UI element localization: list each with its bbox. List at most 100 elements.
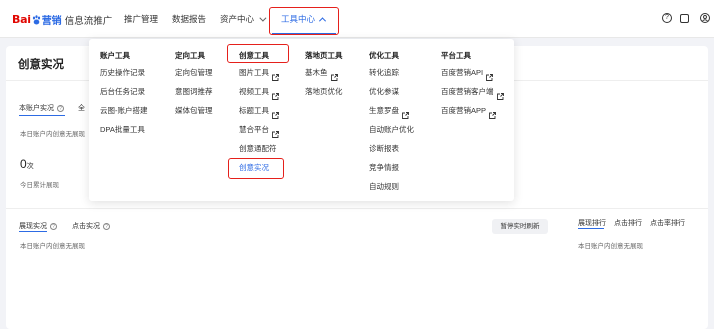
help-icon[interactable]: ? [662, 13, 672, 23]
tab-label: 全 [78, 105, 85, 112]
menu-item-optimize-advisor[interactable]: 优化参谋 [369, 82, 414, 101]
external-link-icon [272, 69, 279, 81]
external-link-icon [330, 69, 338, 81]
menu-item-label: 慧合平台 [239, 125, 269, 134]
menu-item-image-tool[interactable]: 图片工具 [239, 63, 279, 82]
menu-column-title: 平台工具 [441, 51, 471, 60]
menu-item-jimuyu[interactable]: 基木鱼 [305, 63, 343, 82]
menu-item-media-package[interactable]: 媒体包管理 [175, 101, 213, 120]
chevron-down-icon [259, 14, 267, 22]
page-title: 创意实况 [18, 59, 64, 71]
rank-empty-note: 本日账户内创意无展现 [578, 243, 643, 250]
nav-data-report[interactable]: 数据报告 [172, 0, 206, 38]
menu-column-title: 落地页工具 [305, 51, 343, 60]
menu-item-label: 视频工具 [239, 87, 269, 96]
menu-item-background-tasks[interactable]: 后台任务记录 [100, 82, 148, 101]
menu-item-creative-wildcard[interactable]: 创意通配符 [239, 139, 279, 158]
menu-item-huihe-platform[interactable]: 慧合平台 [239, 120, 279, 139]
tab-label: 点击实况 [72, 223, 100, 230]
copy-icon[interactable] [680, 14, 689, 23]
menu-item-label: 诊断报表 [369, 144, 399, 153]
display-count: 0次 [20, 157, 34, 171]
menu-item-label: 自动账户优化 [369, 125, 414, 134]
menu-item-label: 转化追踪 [369, 68, 399, 77]
logo-brand: 营销 [41, 16, 62, 27]
menu-item-business-compass[interactable]: 生意罗盘 [369, 101, 414, 120]
menu-item-label: 意图词推荐 [175, 87, 213, 96]
tab-account-live[interactable]: 本账户实况? [19, 103, 64, 113]
menu-column-title: 优化工具 [369, 51, 399, 60]
menu-item-auto-rules[interactable]: 自动规则 [369, 177, 414, 196]
menu-item-title-tool[interactable]: 标题工具 [239, 101, 279, 120]
menu-item-cloud-build[interactable]: 云图-账户搭建 [100, 101, 148, 120]
menu-item-label: 自动规则 [369, 182, 399, 191]
menu-item-label: 竞争情报 [369, 163, 399, 172]
menu-column-title: 账户工具 [100, 51, 130, 60]
tab-display-live[interactable]: 展现实况? [19, 221, 57, 231]
menu-column-title: 定向工具 [175, 51, 205, 60]
menu-column-landing-tools: 落地页工具 基木鱼 落地页优化 [305, 51, 343, 101]
menu-item-label: 历史操作记录 [100, 68, 145, 77]
menu-item-auto-account-optimize[interactable]: 自动账户优化 [369, 120, 414, 139]
baidu-marketing-logo[interactable]: Bai 营销 信息流推广 [12, 12, 112, 27]
menu-item-competitive-intel[interactable]: 竞争情报 [369, 158, 414, 177]
menu-item-marketing-app[interactable]: 百度营销APP [441, 101, 504, 120]
menu-item-intent-words[interactable]: 意图词推荐 [175, 82, 213, 101]
menu-item-label: 图片工具 [239, 68, 269, 77]
menu-item-diagnostic-report[interactable]: 诊断报表 [369, 139, 414, 158]
menu-item-conversion-tracking[interactable]: 转化追踪 [369, 63, 414, 82]
external-link-icon [272, 88, 279, 100]
nav-label: 资产中心 [220, 14, 255, 24]
active-tab-underline [19, 231, 47, 232]
menu-item-label: 落地页优化 [305, 87, 343, 96]
active-tab-underline [578, 228, 604, 229]
menu-item-targeting-package[interactable]: 定向包管理 [175, 63, 213, 82]
creative-tools-highlight [227, 44, 289, 63]
tab-ctr-rank[interactable]: 点击率排行 [650, 218, 685, 228]
logo-text: Bai [12, 13, 31, 26]
count-value: 0 [20, 157, 27, 171]
menu-item-history[interactable]: 历史操作记录 [100, 63, 148, 82]
menu-column-account-tools: 账户工具 历史操作记录 后台任务记录 云图-账户搭建 DPA批量工具 [100, 51, 148, 139]
menu-item-video-tool[interactable]: 视频工具 [239, 82, 279, 101]
menu-item-dpa-batch[interactable]: DPA批量工具 [100, 120, 148, 139]
menu-item-label: 云图-账户搭建 [100, 106, 148, 115]
menu-item-landing-optimize[interactable]: 落地页优化 [305, 82, 343, 101]
external-link-icon [496, 88, 504, 100]
menu-item-label: 标题工具 [239, 106, 269, 115]
menu-column-targeting-tools: 定向工具 定向包管理 意图词推荐 媒体包管理 [175, 51, 213, 120]
menu-item-marketing-client[interactable]: 百度营销客户端 [441, 82, 504, 101]
menu-item-label: 优化参谋 [369, 87, 399, 96]
external-link-icon [272, 126, 279, 138]
question-icon[interactable]: ? [103, 223, 110, 230]
top-nav-bar: Bai 营销 信息流推广 推广管理 数据报告 资产中心 工具中心 ? [0, 0, 714, 38]
no-data-note: 本日账户内创意无展现 [20, 131, 85, 138]
menu-item-label: 定向包管理 [175, 68, 213, 77]
menu-column-platform-tools: 平台工具 百度营销API 百度营销客户端 百度营销APP [441, 51, 504, 120]
menu-item-label: 后台任务记录 [100, 87, 145, 96]
count-unit: 次 [26, 163, 34, 170]
tab-click-rank[interactable]: 点击排行 [614, 218, 642, 228]
tab-display-rank[interactable]: 展现排行 [578, 218, 606, 228]
pause-refresh-button[interactable]: 暂停实时刷新 [492, 219, 548, 234]
external-link-icon [402, 107, 409, 119]
nav-asset-center[interactable]: 资产中心 [220, 0, 267, 38]
tab-other[interactable]: 全 [78, 103, 85, 113]
menu-item-marketing-api[interactable]: 百度营销API [441, 63, 504, 82]
menu-item-label: 百度营销API [441, 68, 484, 77]
menu-item-label: 媒体包管理 [175, 106, 213, 115]
question-icon[interactable]: ? [50, 223, 57, 230]
nav-promotion-management[interactable]: 推广管理 [124, 0, 158, 38]
menu-column-optimize-tools: 优化工具 转化追踪 优化参谋 生意罗盘 自动账户优化 诊断报表 竞争情报 自动规… [369, 51, 414, 196]
external-link-icon [489, 107, 496, 119]
menu-item-label: 生意罗盘 [369, 106, 399, 115]
tool-center-highlight [269, 7, 339, 35]
tab-label: 本账户实况 [19, 105, 54, 112]
user-icon[interactable] [700, 13, 710, 23]
count-label: 今日累计展现 [20, 182, 59, 189]
tab-click-live[interactable]: 点击实况? [72, 221, 110, 231]
tab-label: 展现实况 [19, 223, 47, 230]
nav-label: 推广管理 [124, 14, 159, 24]
question-icon[interactable]: ? [57, 105, 64, 112]
external-link-icon [486, 69, 494, 81]
